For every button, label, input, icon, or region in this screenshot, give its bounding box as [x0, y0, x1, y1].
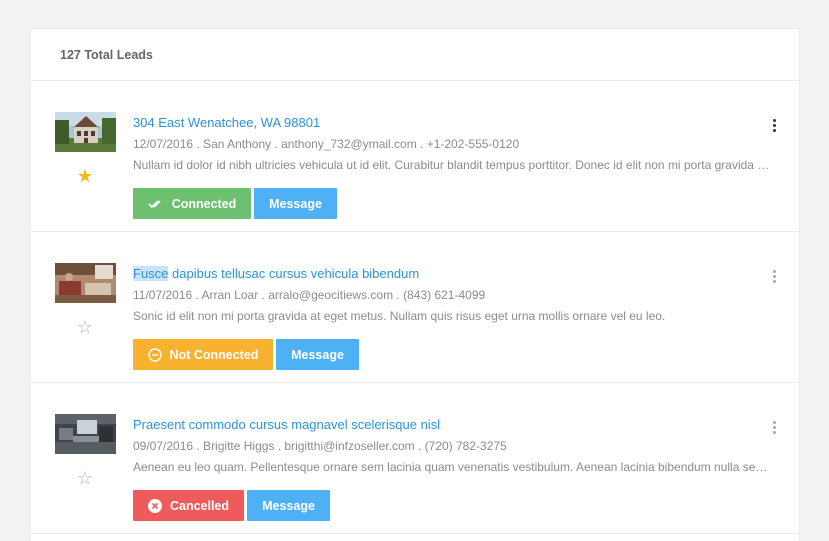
- lead-item: ☆ Fusce dapibus tellusac cursus vehicula…: [31, 232, 799, 383]
- lead-description: Aenean eu leo quam. Pellentesque ornare …: [133, 460, 773, 474]
- star-outline-icon[interactable]: ☆: [73, 315, 97, 339]
- cancelled-label: Cancelled: [169, 498, 230, 513]
- lead-thumbnail[interactable]: [55, 112, 116, 152]
- lead-meta: 11/07/2016 . Arran Loar . arralo@geociti…: [133, 288, 486, 302]
- cancelled-button[interactable]: Cancelled: [133, 490, 244, 521]
- lead-actions: Cancelled Message: [133, 490, 330, 521]
- lead-title-highlight[interactable]: Fusce: [133, 266, 169, 281]
- lead-title-text[interactable]: dapibus tellusac cursus vehicula bibendu…: [168, 266, 419, 281]
- lead-actions: Connected Message: [133, 188, 337, 219]
- lead-description: Sonic id elit non mi porta gravida at eg…: [133, 309, 666, 323]
- total-leads-heading: 127 Total Leads: [31, 29, 799, 81]
- message-button[interactable]: Message: [247, 490, 330, 521]
- more-vertical-icon[interactable]: [769, 266, 779, 286]
- star-outline-icon[interactable]: ☆: [73, 466, 97, 490]
- star-filled-icon[interactable]: ★: [73, 164, 97, 188]
- lead-title-text[interactable]: 304 East Wenatchee, WA 98801: [133, 115, 320, 130]
- leads-card: 127 Total Leads ★ 304 East Wenatchee, WA…: [30, 28, 800, 541]
- connected-label: Connected: [171, 196, 237, 211]
- lead-meta: 09/07/2016 . Brigitte Higgs . brigitthi@…: [133, 439, 507, 453]
- lead-title-link[interactable]: Praesent commodo cursus magnavel sceleri…: [133, 417, 440, 432]
- lead-thumbnail[interactable]: [55, 263, 116, 303]
- more-vertical-icon[interactable]: [769, 115, 779, 135]
- not-connected-button[interactable]: Not Connected: [133, 339, 273, 370]
- message-button[interactable]: Message: [254, 188, 337, 219]
- lead-item: ★ 304 East Wenatchee, WA 98801 12/07/201…: [31, 81, 799, 232]
- message-button[interactable]: Message: [276, 339, 359, 370]
- double-check-icon: [148, 199, 164, 209]
- more-vertical-icon[interactable]: [769, 417, 779, 437]
- lead-description: Nullam id dolor id nibh ultricies vehicu…: [133, 158, 773, 172]
- lead-meta: 12/07/2016 . San Anthony . anthony_732@y…: [133, 137, 520, 151]
- lead-title-link[interactable]: 304 East Wenatchee, WA 98801: [133, 115, 320, 130]
- lead-thumbnail[interactable]: [55, 414, 116, 454]
- minus-circle-icon: [147, 347, 162, 362]
- lead-item: ☆ Praesent commodo cursus magnavel scele…: [31, 383, 799, 534]
- lead-actions: Not Connected Message: [133, 339, 359, 370]
- connected-button[interactable]: Connected: [133, 188, 251, 219]
- not-connected-label: Not Connected: [169, 347, 259, 362]
- lead-title-text[interactable]: Praesent commodo cursus magnavel sceleri…: [133, 417, 440, 432]
- close-circle-icon: [147, 498, 162, 513]
- lead-title-link[interactable]: Fusce dapibus tellusac cursus vehicula b…: [133, 266, 419, 281]
